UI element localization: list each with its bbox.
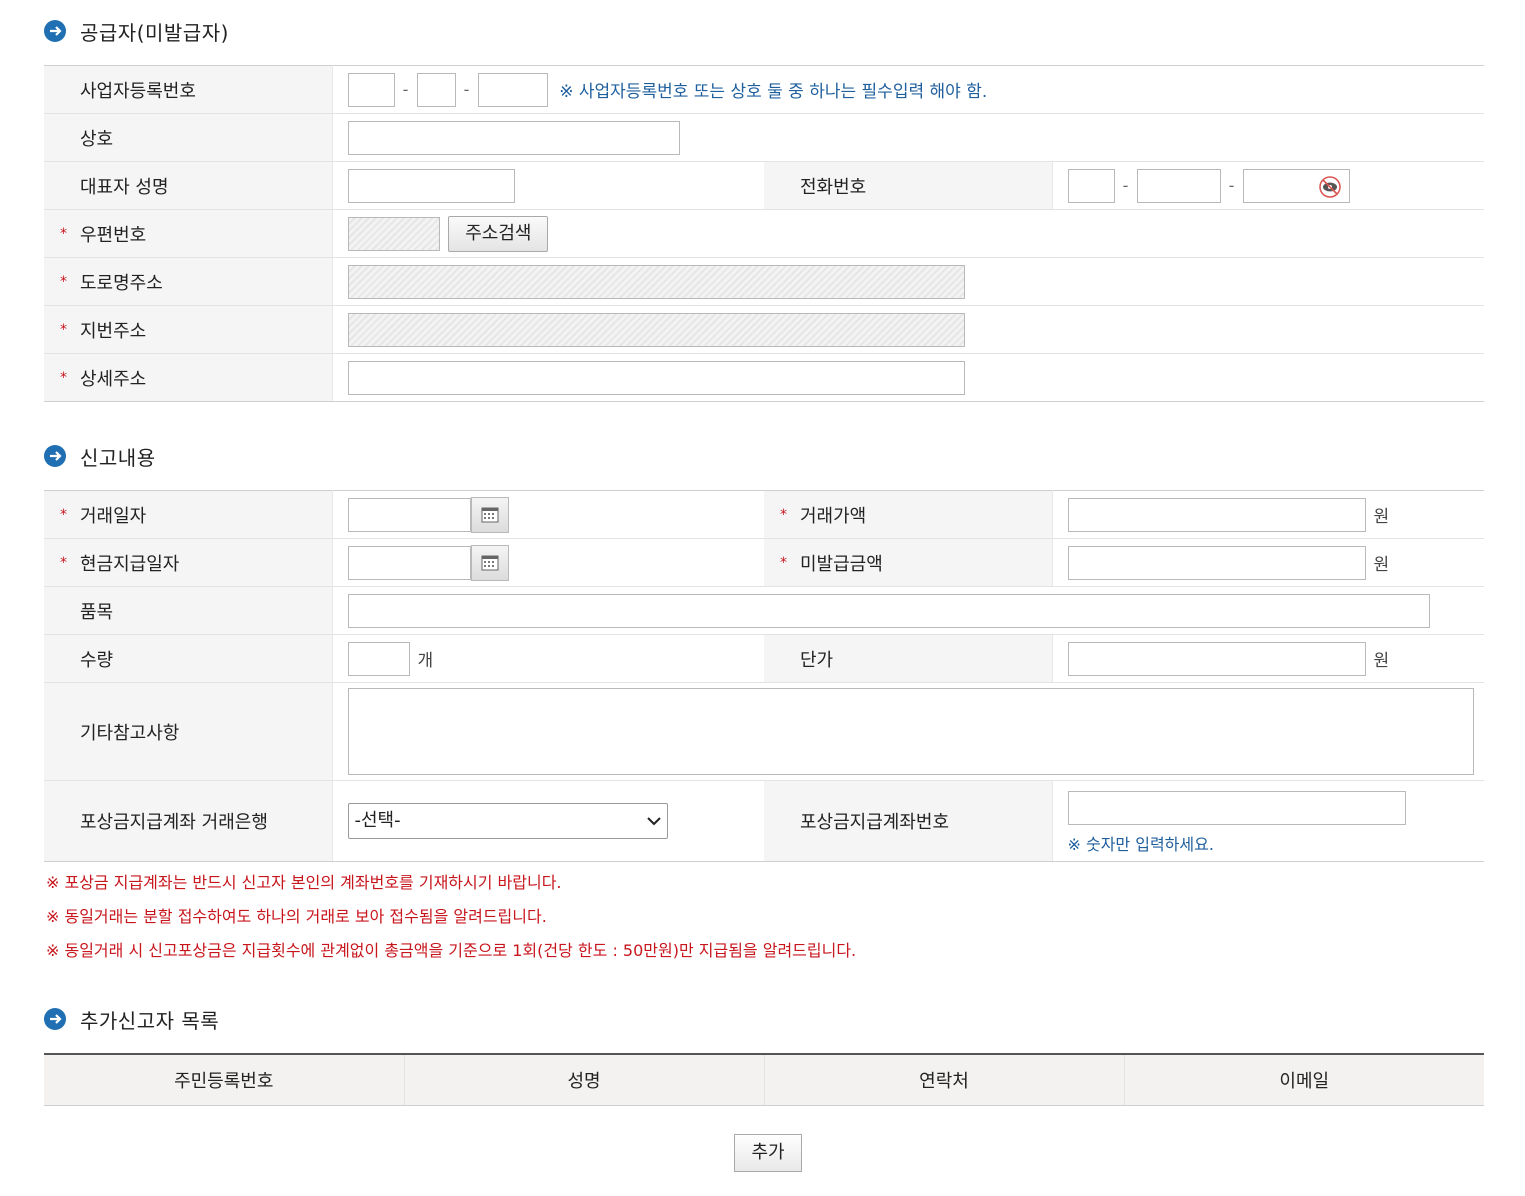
trade-amount-input[interactable] <box>1067 497 1366 532</box>
unissued-amount-input[interactable] <box>1067 545 1366 580</box>
phone-input-2[interactable] <box>1136 168 1221 203</box>
qty-label: 수량 <box>44 634 333 683</box>
section-title-report: 신고내용 <box>44 442 156 470</box>
cash-date-input[interactable] <box>347 545 471 580</box>
detail-address-label: * 상세주소 <box>44 353 333 402</box>
notice-3: ※ 동일거래 시 신고포상금은 지급횟수에 관계없이 총금액을 기준으로 1회(… <box>46 941 857 960</box>
company-label: 상호 <box>44 113 333 162</box>
road-address-input <box>347 264 965 299</box>
bank-label: 포상금지급계좌 거래은행 <box>44 780 333 862</box>
account-input[interactable] <box>1067 791 1406 825</box>
trade-date-input[interactable] <box>347 497 471 532</box>
detail-address-input[interactable] <box>347 360 965 395</box>
arrow-circle-icon <box>44 1008 66 1030</box>
arrow-circle-icon <box>44 445 66 467</box>
account-note: ※ 숫자만 입력하세요. <box>1067 835 1214 854</box>
biz-no-note: ※ 사업자등록번호 또는 상호 둘 중 하나는 필수입력 해야 함. <box>559 82 988 102</box>
road-address-label: * 도로명주소 <box>44 257 333 306</box>
etc-label: 기타참고사항 <box>44 682 333 781</box>
biz-no-input-3[interactable] <box>477 72 548 107</box>
chevron-down-icon <box>646 817 661 826</box>
header-email: 이메일 <box>1124 1053 1484 1106</box>
biz-no-input-1[interactable] <box>347 72 395 107</box>
etc-textarea[interactable] <box>347 688 1474 775</box>
notice-list: ※ 포상금 지급계좌는 반드시 신고자 본인의 계좌번호를 기재하시기 바랍니다… <box>46 866 856 968</box>
cash-date-label: * 현금지급일자 <box>44 538 333 587</box>
report-form: * 거래일자 * 거래가액 원 * 현금지급일자 * 미발급금액 원 품목 수량 개 단… <box>44 490 1484 862</box>
bank-select[interactable]: -선택- <box>347 803 668 839</box>
phone-input-1[interactable] <box>1067 168 1115 203</box>
jibun-address-label: * 지번주소 <box>44 305 333 354</box>
rep-name-input[interactable] <box>347 168 515 203</box>
section-title-additional: 추가신고자 목록 <box>44 1005 219 1033</box>
header-name: 성명 <box>404 1053 765 1106</box>
section-title-supplier: 공급자(미발급자) <box>44 17 229 45</box>
unit-price-input[interactable] <box>1067 641 1366 676</box>
add-button[interactable]: 추가 <box>734 1134 802 1172</box>
phone-label: 전화번호 <box>764 161 1053 210</box>
rep-name-label: 대표자 성명 <box>44 161 333 210</box>
item-label: 품목 <box>44 586 333 635</box>
additional-reporter-table: 주민등록번호 성명 연락처 이메일 <box>44 1053 1484 1106</box>
supplier-form: 사업자등록번호 -- ※ 사업자등록번호 또는 상호 둘 중 하나는 필수입력 … <box>44 65 1485 402</box>
calendar-icon[interactable] <box>470 544 509 581</box>
biz-no-input-2[interactable] <box>416 72 456 107</box>
notice-2: ※ 동일거래는 분할 접수하여도 하나의 거래로 보아 접수됨을 알려드립니다. <box>46 907 547 926</box>
calendar-icon[interactable] <box>470 496 509 533</box>
item-input[interactable] <box>347 593 1430 628</box>
arrow-circle-icon <box>44 20 66 42</box>
privacy-eye-icon[interactable] <box>1318 175 1341 198</box>
trade-date-label: * 거래일자 <box>44 490 333 539</box>
zip-label: * 우편번호 <box>44 209 333 258</box>
header-resident-no: 주민등록번호 <box>44 1053 405 1106</box>
company-input[interactable] <box>347 120 680 155</box>
jibun-address-input <box>347 312 965 347</box>
unissued-amount-label: * 미발급금액 <box>764 538 1053 587</box>
qty-input[interactable] <box>347 641 410 676</box>
account-label: 포상금지급계좌번호 <box>764 780 1053 862</box>
zip-input <box>347 216 440 251</box>
notice-1: ※ 포상금 지급계좌는 반드시 신고자 본인의 계좌번호를 기재하시기 바랍니다… <box>46 873 562 892</box>
unit-price-label: 단가 <box>764 634 1053 683</box>
address-search-button[interactable]: 주소검색 <box>448 215 549 252</box>
trade-amount-label: * 거래가액 <box>764 490 1053 539</box>
phone-input-3[interactable] <box>1242 168 1350 203</box>
biz-no-label: 사업자등록번호 <box>44 65 333 114</box>
header-contact: 연락처 <box>764 1053 1125 1106</box>
